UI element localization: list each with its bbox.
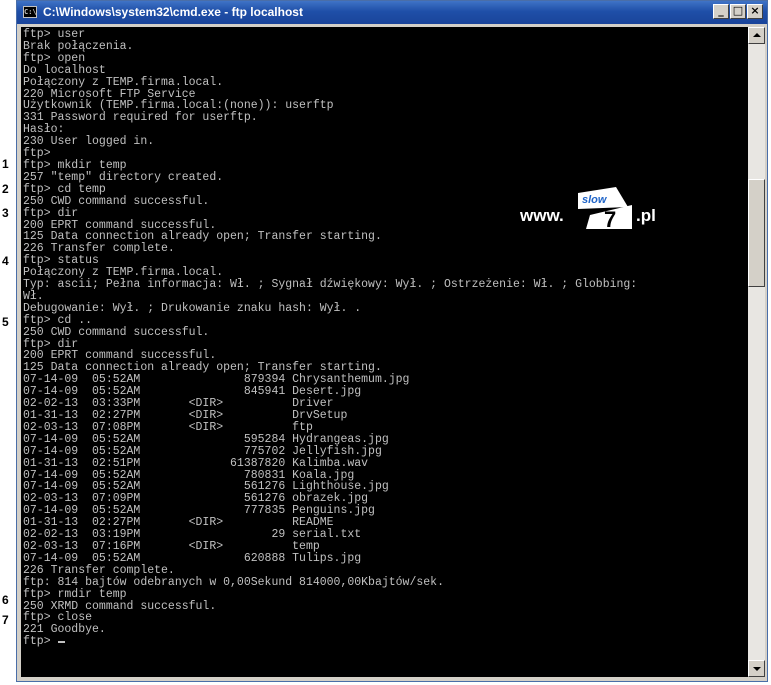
window-controls: _ □ × (713, 4, 763, 19)
arrow-down-icon (753, 667, 761, 671)
step-marker: 2 (2, 182, 9, 196)
step-marker: 6 (2, 593, 9, 607)
vertical-scrollbar[interactable] (748, 27, 765, 677)
window-title: C:\Windows\system32\cmd.exe - ftp localh… (43, 5, 303, 19)
minimize-button[interactable]: _ (713, 4, 729, 19)
console-window: C:\ C:\Windows\system32\cmd.exe - ftp lo… (16, 0, 768, 682)
console-line: Typ: ascii; Pełna informacja: Wł. ; Sygn… (23, 278, 638, 292)
text-cursor (57, 641, 65, 644)
console-text: ftp> user Brak połączenia. ftp> open Do … (21, 27, 748, 648)
step-marker: 3 (2, 206, 9, 220)
scroll-down-button[interactable] (748, 660, 765, 677)
console-output[interactable]: ftp> user Brak połączenia. ftp> open Do … (21, 27, 748, 677)
title-bar[interactable]: C:\ C:\Windows\system32\cmd.exe - ftp lo… (17, 1, 767, 24)
step-marker: 5 (2, 315, 9, 329)
slow7-logo: slow 7 (576, 185, 634, 233)
watermark-suffix: .pl (636, 206, 656, 225)
close-button[interactable]: × (747, 4, 763, 19)
cmd-icon[interactable]: C:\ (23, 6, 37, 18)
watermark-prefix: www. (520, 206, 564, 225)
logo-top-text: slow (582, 194, 608, 206)
arrow-up-icon (753, 33, 761, 37)
step-marker: 4 (2, 254, 9, 268)
maximize-button[interactable]: □ (730, 4, 746, 19)
logo-number: 7 (604, 207, 616, 232)
console-line: ftp> (23, 635, 58, 649)
step-marker: 7 (2, 613, 9, 627)
step-marker: 1 (2, 157, 9, 171)
scroll-up-button[interactable] (748, 27, 765, 44)
scroll-thumb[interactable] (748, 179, 765, 287)
